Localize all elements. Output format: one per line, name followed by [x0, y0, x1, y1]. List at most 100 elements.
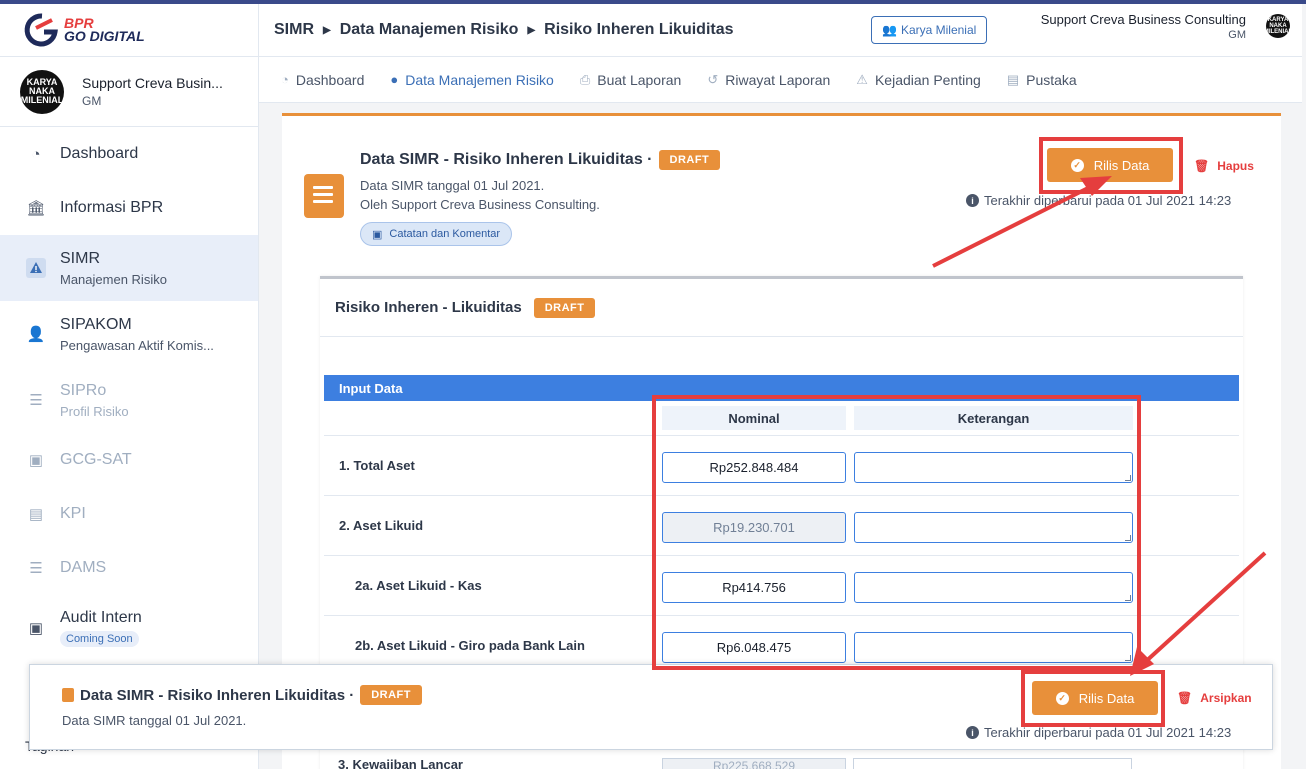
top-header: SIMR ▶ Data Manajemen Risiko ▶ Risiko In…	[259, 4, 1302, 57]
breadcrumb-item: Risiko Inheren Likuiditas	[544, 21, 734, 38]
sidebar-item-label: SIMR	[60, 249, 100, 267]
header-user-role: GM	[1228, 29, 1246, 41]
user-role: GM	[82, 94, 102, 108]
release-data-button[interactable]: ✓ Rilis Data	[1047, 148, 1173, 182]
keterangan-textarea[interactable]	[854, 572, 1133, 603]
clipboard-icon: ▤	[28, 506, 44, 523]
card-title: Risiko Inheren - Likuiditas	[335, 299, 522, 316]
module-tabs: ◔ Dashboard ● Data Manajemen Risiko ⎙ Buat …	[259, 57, 1302, 103]
sidebar-item-kpi[interactable]: ▤ KPI	[0, 487, 258, 541]
tab-label: Dashboard	[295, 71, 365, 88]
sidebar-item-sipakom[interactable]: 👤 SIPAKOM Pengawasan Aktif Komis...	[0, 301, 258, 367]
sidebar-item-label: Informasi BPR	[60, 199, 164, 216]
sidebar-item-sipro[interactable]: ☰ SIPRo Profil Risiko	[0, 367, 258, 433]
tab-buat-laporan[interactable]: ⎙ Buat Laporan	[580, 72, 681, 88]
row-label: 2a. Aset Likuid - Kas	[355, 578, 482, 593]
organization-button[interactable]: 👥 Karya Milenial	[871, 16, 988, 44]
keterangan-textarea[interactable]	[854, 632, 1133, 663]
coming-soon-badge: Coming Soon	[60, 631, 139, 647]
sidebar-nav: ◔ Dashboard 🏛 Informasi BPR SIMR Manajem…	[0, 127, 258, 661]
column-header-nominal: Nominal	[662, 406, 846, 430]
section-header: Input Data	[324, 375, 1239, 401]
brand-logo[interactable]: BPR GO DIGITAL	[0, 4, 258, 57]
sidebar-item-dams[interactable]: ☰ DAMS	[0, 541, 258, 595]
dashboard-icon: ◔	[31, 145, 41, 163]
breadcrumb: SIMR ▶ Data Manajemen Risiko ▶ Risiko In…	[259, 21, 734, 39]
nominal-input[interactable]: Rp6.048.475	[662, 632, 846, 663]
book-icon: ▤	[1006, 71, 1020, 87]
user-shield-icon: 👤	[26, 326, 46, 343]
sidebar-item-label: DAMS	[60, 559, 107, 576]
notes-comments-label: Catatan dan Komentar	[389, 228, 501, 240]
delete-button[interactable]: 🗑 Hapus	[1194, 159, 1254, 173]
organization-label: Karya Milenial	[900, 23, 977, 37]
comment-icon: ▣	[372, 228, 383, 241]
bank-icon: 🏛	[26, 200, 46, 217]
warning-icon	[26, 258, 46, 278]
keterangan-textarea[interactable]	[854, 452, 1133, 483]
warning-icon: ⚠	[856, 71, 868, 87]
clipboard-check-icon: ▣	[28, 620, 44, 637]
logo-icon	[24, 13, 58, 47]
document-title: Data SIMR - Risiko Inheren Likuiditas · …	[360, 150, 721, 170]
table-row: 2a. Aset Likuid - Kas Rp414.756	[324, 555, 1239, 615]
printer-icon: ⎙	[579, 71, 591, 87]
sidebar-item-audit-intern[interactable]: ▣ Audit Intern Coming Soon	[0, 595, 258, 661]
keterangan-textarea[interactable]	[854, 512, 1133, 543]
tab-data-manajemen-risiko[interactable]: ● Data Manajemen Risiko	[390, 72, 553, 88]
tab-dashboard[interactable]: ◔ Dashboard	[281, 72, 364, 88]
nominal-input[interactable]: Rp252.848.484	[662, 452, 846, 483]
archive-button[interactable]: 🗑 Arsipkan	[1177, 691, 1252, 705]
users-icon: 👥	[882, 23, 897, 37]
tab-label: Riwayat Laporan	[725, 71, 831, 88]
tab-label: Pustaka	[1026, 71, 1077, 88]
header-avatar[interactable]: KARYA NAKA MILENIAL	[1264, 14, 1292, 38]
sidebar-user[interactable]: KARYA NAKA MILENIAL Support Creva Busin.…	[0, 57, 258, 127]
tab-label: Kejadian Penting	[874, 71, 981, 88]
sidebar-item-sublabel: Pengawasan Aktif Komis...	[60, 337, 214, 353]
tab-label: Data Manajemen Risiko	[405, 71, 554, 88]
sidebar-item-label: SIPAKOM	[60, 315, 132, 333]
avatar: KARYA NAKA MILENIAL	[20, 69, 64, 114]
last-updated-text: Terakhir diperbarui pada 01 Jul 2021 14:…	[984, 725, 1232, 740]
sidebar-item-sublabel: Manajemen Risiko	[60, 271, 167, 287]
document-icon	[304, 174, 344, 218]
release-data-label: Rilis Data	[1078, 690, 1135, 706]
sidebar-item-label: GCG-SAT	[60, 451, 132, 468]
tab-pustaka[interactable]: ▤ Pustaka	[1007, 72, 1077, 88]
tab-label: Buat Laporan	[597, 71, 682, 88]
table-row: 2. Aset Likuid Rp19.230.701	[324, 495, 1239, 555]
sidebar-item-dashboard[interactable]: ◔ Dashboard	[0, 127, 258, 181]
info-icon: i	[966, 726, 979, 739]
status-badge: DRAFT	[658, 150, 721, 170]
row-label: 1. Total Aset	[339, 458, 415, 473]
sidebar-item-simr[interactable]: SIMR Manajemen Risiko	[0, 235, 258, 301]
breadcrumb-item[interactable]: SIMR	[274, 21, 314, 39]
tab-riwayat-laporan[interactable]: ↺ Riwayat Laporan	[707, 72, 830, 88]
sticky-date: Data SIMR tanggal 01 Jul 2021.	[62, 713, 247, 728]
last-updated: i Terakhir diperbarui pada 01 Jul 2021 1…	[966, 193, 1231, 208]
nominal-input-readonly: Rp225.668.529	[662, 758, 846, 769]
check-circle-icon: ✓	[1070, 158, 1084, 172]
tab-kejadian-penting[interactable]: ⚠ Kejadian Penting	[856, 72, 981, 88]
sidebar-item-label: KPI	[60, 505, 86, 522]
header-user-name: Support Creva Business Consulting	[1040, 12, 1246, 27]
header-user[interactable]: Support Creva Business Consulting GM	[1041, 12, 1246, 41]
last-updated: i Terakhir diperbarui pada 01 Jul 2021 1…	[966, 725, 1231, 740]
breadcrumb-item[interactable]: Data Manajemen Risiko	[340, 21, 519, 39]
row-label: 2b. Aset Likuid - Giro pada Bank Lain	[355, 638, 585, 653]
last-updated-text: Terakhir diperbarui pada 01 Jul 2021 14:…	[984, 193, 1232, 208]
sticky-title: Data SIMR - Risiko Inheren Likuiditas · …	[62, 685, 422, 705]
info-icon: ●	[390, 72, 399, 87]
keterangan-textarea[interactable]	[853, 758, 1132, 769]
sidebar-item-gcg-sat[interactable]: ▣ GCG-SAT	[0, 433, 258, 487]
sidebar-item-label: Dashboard	[60, 145, 139, 162]
notes-comments-button[interactable]: ▣ Catatan dan Komentar	[360, 222, 513, 246]
delete-label: Hapus	[1217, 159, 1254, 173]
archive-label: Arsipkan	[1200, 691, 1252, 705]
column-header-keterangan: Keterangan	[854, 406, 1133, 430]
sticky-release-data-button[interactable]: ✓ Rilis Data	[1032, 681, 1158, 715]
sidebar-item-informasi-bpr[interactable]: 🏛 Informasi BPR	[0, 181, 258, 235]
nominal-input[interactable]: Rp414.756	[662, 572, 846, 603]
document-title-text: Data SIMR - Risiko Inheren Likuiditas ·	[360, 151, 653, 168]
